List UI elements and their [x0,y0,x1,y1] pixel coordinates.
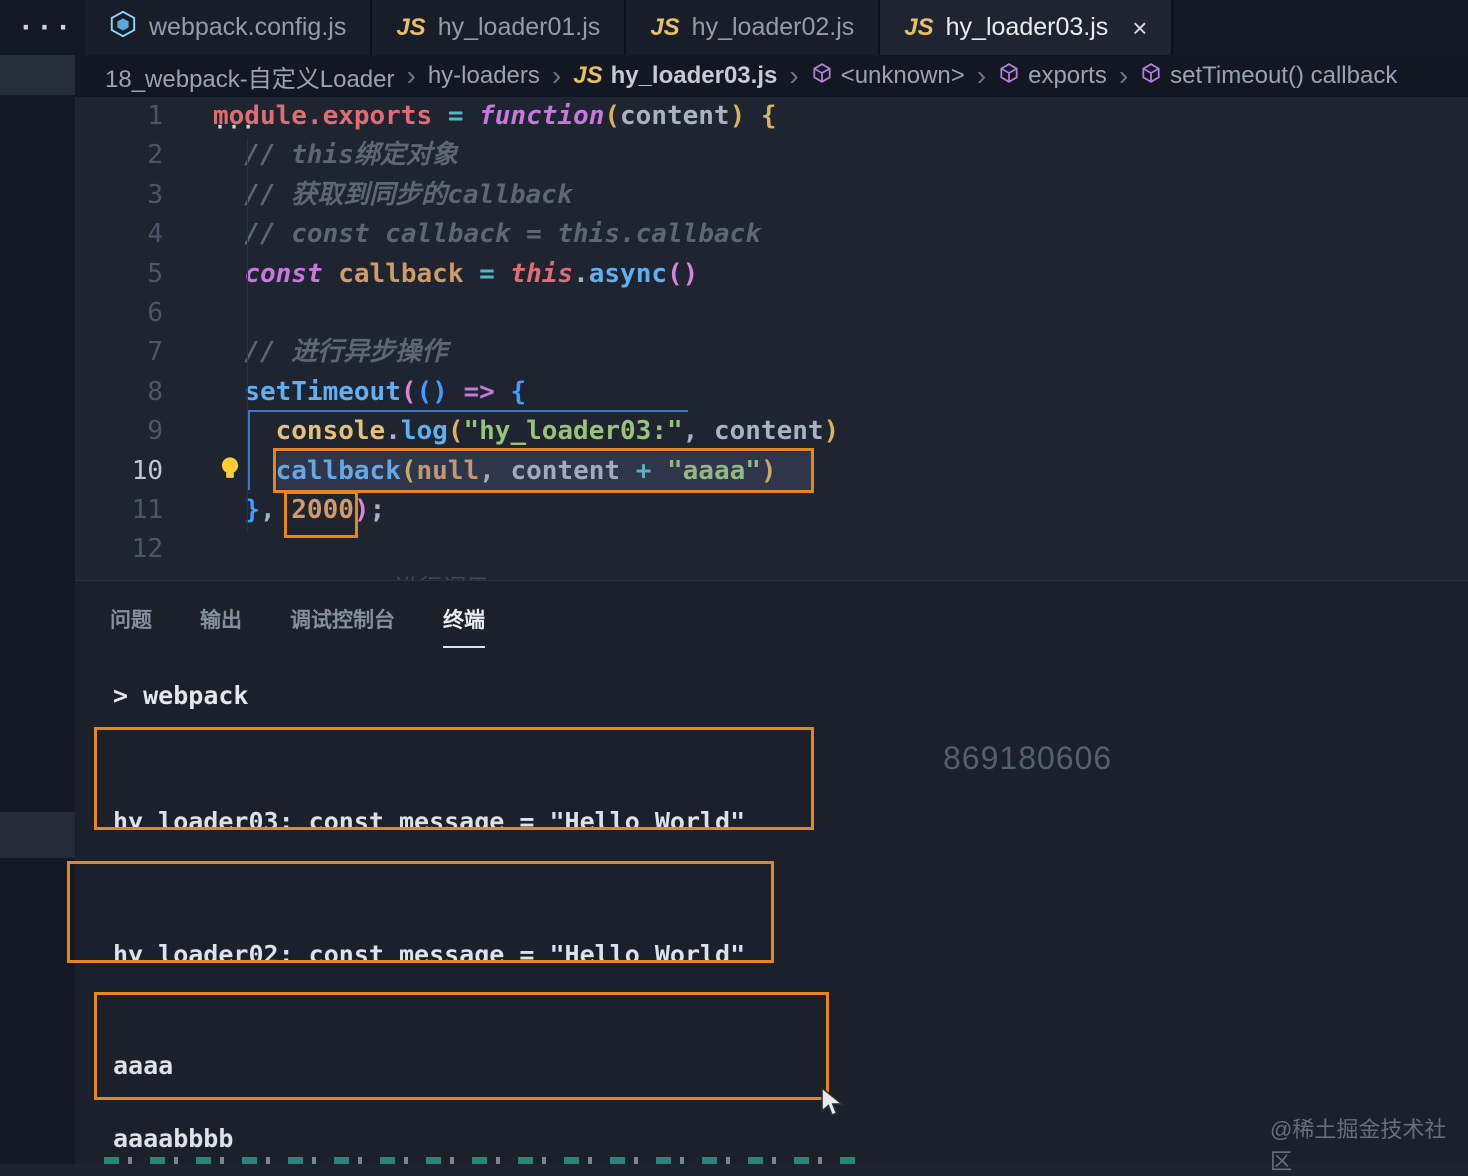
breadcrumb-folder[interactable]: hy-loaders [428,62,540,90]
breadcrumb: 18_webpack-自定义Loader › hy-loaders › JS h… [75,55,1468,97]
mouse-cursor [820,1086,846,1122]
breadcrumb-folder[interactable]: 18_webpack-自定义Loader [105,59,395,94]
panel-tab-output[interactable]: 输出 [200,604,242,648]
clipped-terminal-line [104,1157,864,1164]
js-icon: JS [904,13,934,41]
line-number: 6 [147,297,163,328]
breadcrumb-symbol[interactable]: exports [998,62,1107,91]
terminal-prompt: > webpack [113,681,248,710]
tab-webpack-config[interactable]: webpack.config.js [85,0,373,55]
webpack-icon [109,10,137,45]
terminal-line: aaaa [113,1051,174,1080]
line-number: 1 [147,101,163,131]
fold-ellipsis[interactable]: ··· [214,115,256,139]
tab-label: webpack.config.js [149,13,347,41]
terminal-output-box-loader01: aaaa hy_loader01: const message = "Hello… [94,992,829,1100]
sidebar-edge [0,55,75,1164]
terminal-line: hy_loader03: const message = "Hello Worl… [113,807,746,830]
symbol-cube-icon [811,62,833,91]
code-line[interactable]: 1 module.exports = function(content) { [75,97,1468,136]
annotation-box-callback [273,448,814,493]
prompt-chevron: > [113,681,129,710]
chevron-right-icon: › [406,60,416,91]
sidebar-edge-highlight [0,812,75,858]
editor-tab-bar: ··· webpack.config.js JS hy_loader01.js … [0,0,1468,55]
chevron-right-icon: › [551,60,562,91]
code-line[interactable]: 8 setTimeout(() => { [75,373,1468,412]
panel-tab-terminal[interactable]: 终端 [443,604,485,648]
tabs-overflow-button[interactable]: ··· [0,0,85,55]
breadcrumb-file[interactable]: JS hy_loader03.js [573,62,777,90]
js-icon: JS [573,62,603,89]
code-line[interactable]: 6 [75,294,1468,333]
terminal-line: aaaabbbb [113,1124,234,1153]
breadcrumb-symbol[interactable]: <unknown> [811,62,965,91]
code-line[interactable]: 5 const callback = this.async() [75,255,1468,294]
lightbulb-icon[interactable] [217,455,243,485]
clipped-code-line: 进行调用 [390,568,486,580]
code-line[interactable]: 7 // 进行异步操作 [75,333,1468,372]
js-icon: JS [650,13,680,41]
tab-label: hy_loader02.js [691,13,855,41]
line-number: 5 [147,258,163,289]
panel-tab-bar: 问题 输出 调试控制台 终端 [110,604,485,648]
scope-highlight-line [248,410,688,412]
tab-label: hy_loader01.js [437,13,601,41]
chevron-right-icon: › [1118,60,1129,91]
line-number: 12 [131,534,163,565]
scope-highlight-line [248,410,250,490]
panel-tab-debug-console[interactable]: 调试控制台 [290,604,395,648]
symbol-cube-icon [998,62,1020,91]
line-number: 3 [147,179,163,210]
line-number: 4 [147,219,163,250]
line-number: 11 [131,494,163,525]
tab-hy-loader01[interactable]: JS hy_loader01.js [372,0,627,55]
line-number: 10 [131,455,163,486]
annotation-box-2000 [284,491,358,538]
line-number: 2 [147,140,163,171]
code-line[interactable]: 4 // const callback = this.callback [75,215,1468,254]
sidebar-edge-header [0,55,75,95]
code-line[interactable]: 2 // this绑定对象 [75,136,1468,175]
terminal-output-box-loader02: hy_loader02: const message = "Hello Worl… [67,861,774,963]
symbol-cube-icon [1140,62,1162,91]
chevron-right-icon: › [789,60,799,91]
code-line[interactable]: 9 console.log("hy_loader03:", content) [75,412,1468,451]
code-editor[interactable]: 1 module.exports = function(content) {2 /… [75,97,1468,580]
line-number: 7 [147,337,163,368]
terminal-command: webpack [143,681,249,710]
terminal-output-box-loader03: hy_loader03: const message = "Hello Worl… [94,727,814,830]
site-watermark: @稀土掘金技术社区 [1270,1117,1447,1174]
panel-tab-problems[interactable]: 问题 [110,604,152,648]
terminal-line: hy_loader02: const message = "Hello Worl… [113,940,746,963]
close-icon[interactable]: × [1132,15,1147,41]
js-icon: JS [396,13,426,41]
breadcrumb-symbol[interactable]: setTimeout() callback [1140,62,1397,91]
code-line[interactable]: 3 // 获取到同步的callback [75,176,1468,215]
tab-hy-loader02[interactable]: JS hy_loader02.js [626,0,881,55]
overlay-number: 869180606 [943,740,1113,776]
line-number: 8 [147,376,163,407]
tab-hy-loader03[interactable]: JS hy_loader03.js × [880,0,1174,55]
line-number: 9 [147,416,163,447]
tab-label: hy_loader03.js [945,13,1109,41]
chevron-right-icon: › [976,60,987,91]
